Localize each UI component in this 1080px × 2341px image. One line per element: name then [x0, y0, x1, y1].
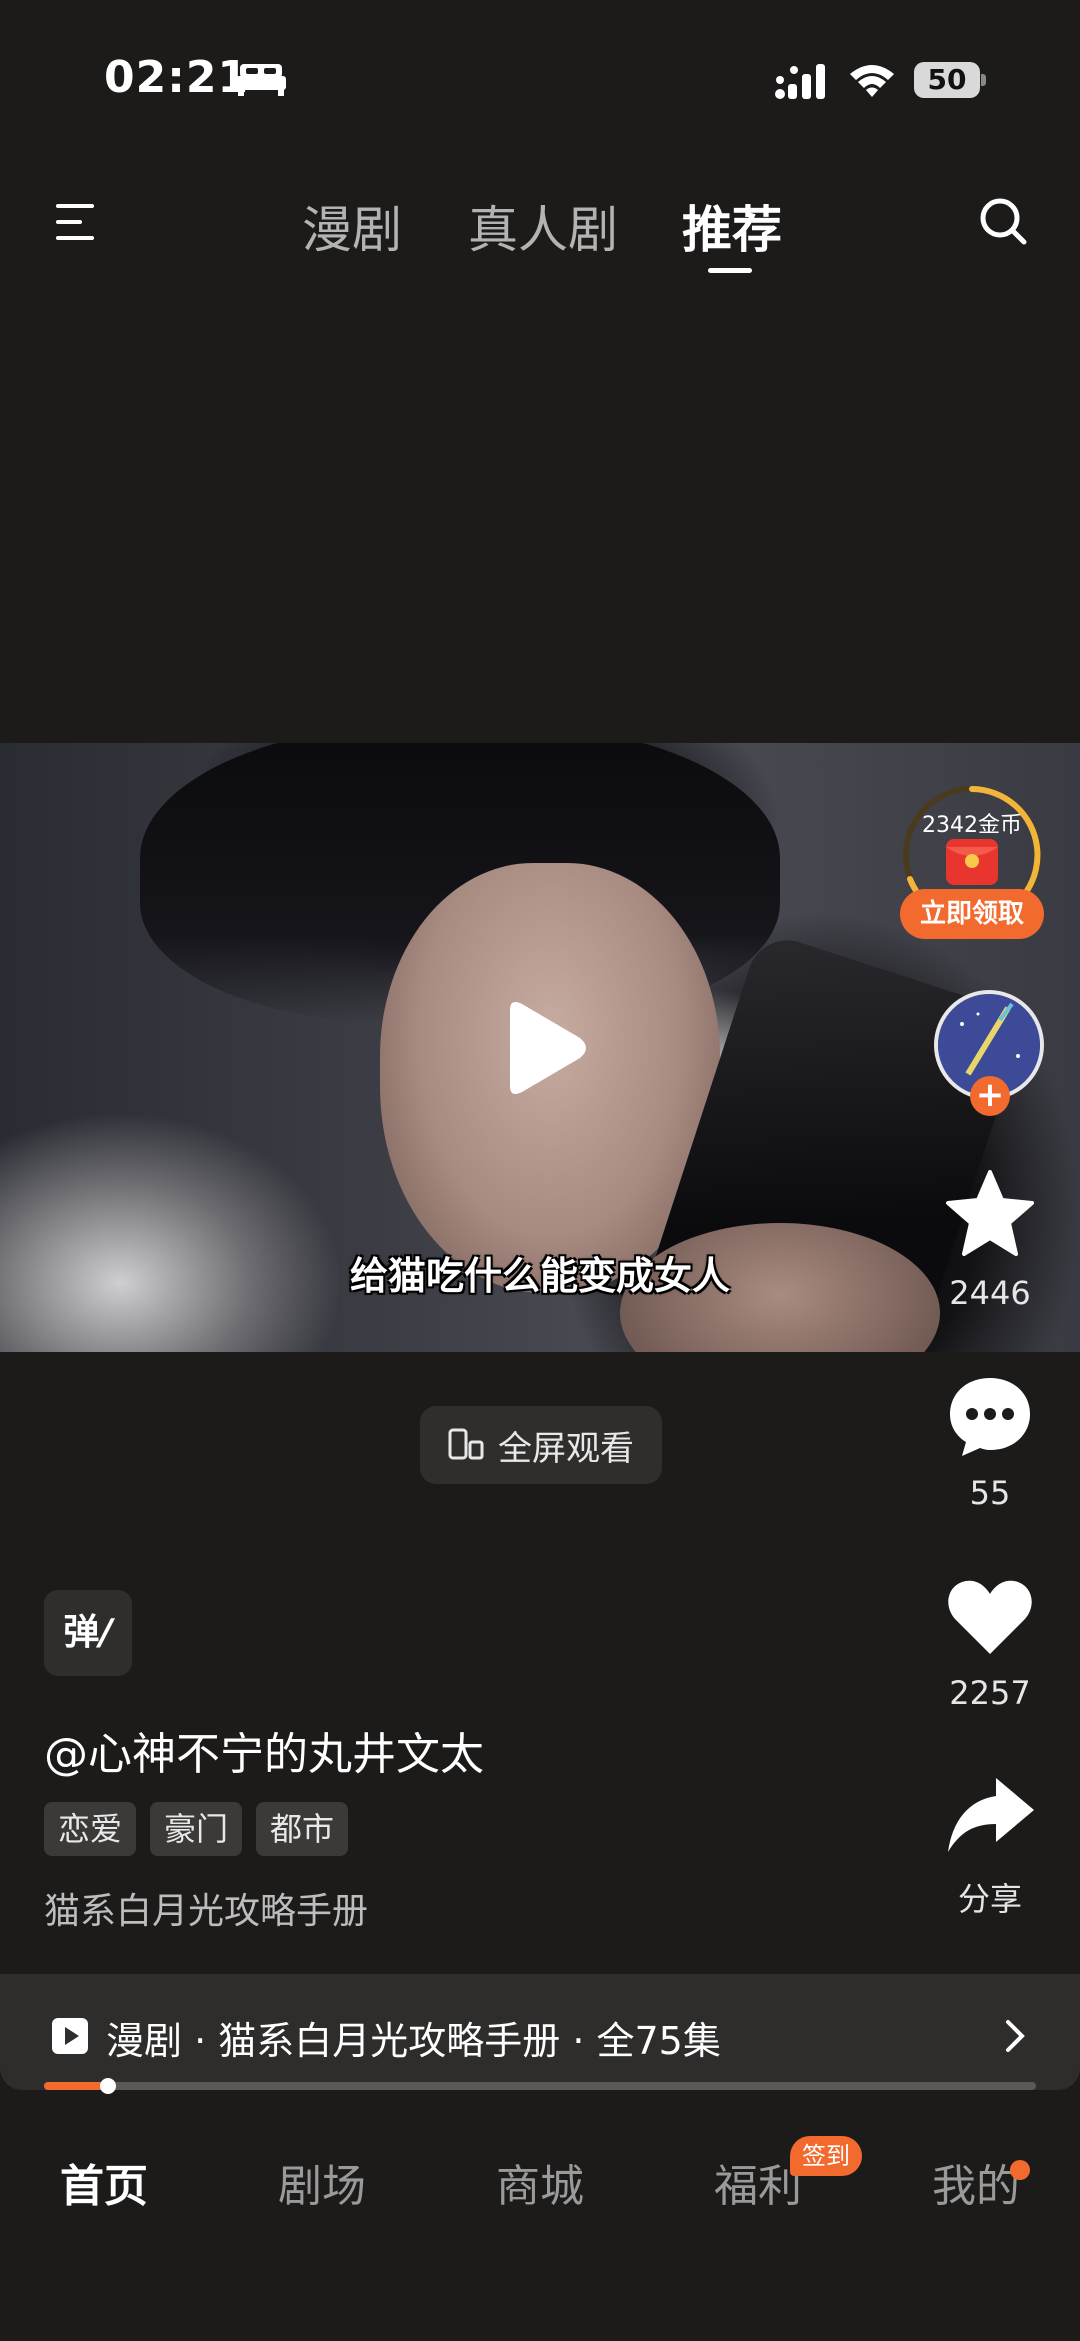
- active-tab-indicator: [708, 268, 752, 273]
- nav-profile[interactable]: 我的: [932, 2150, 1020, 2214]
- tag-urban[interactable]: 都市: [256, 1802, 349, 1856]
- favorite-count: 2446: [949, 1274, 1031, 1312]
- nav-theater[interactable]: 剧场: [278, 2150, 366, 2214]
- comment-count: 55: [969, 1474, 1011, 1512]
- tab-live-action[interactable]: 真人剧: [468, 190, 618, 262]
- series-title: 漫剧 · 猫系白月光攻略手册 · 全75集: [106, 2019, 721, 2063]
- tag-romance[interactable]: 恋爱: [44, 1802, 137, 1856]
- search-icon[interactable]: [978, 196, 1028, 246]
- danmaku-label: 弹: [63, 1612, 100, 1653]
- tag-wealthy-family[interactable]: 豪门: [150, 1802, 243, 1856]
- follow-button[interactable]: +: [970, 1076, 1010, 1116]
- battery-level: 50: [914, 62, 980, 98]
- nav-home[interactable]: 首页: [60, 2150, 148, 2214]
- nav-welfare[interactable]: 福利: [714, 2150, 802, 2214]
- fullscreen-button[interactable]: 全屏观看: [420, 1406, 662, 1484]
- signal-icon: [775, 64, 825, 99]
- danmaku-toggle-button[interactable]: 弹/: [44, 1590, 132, 1676]
- like-count: 2257: [949, 1674, 1031, 1712]
- author-name[interactable]: @心神不宁的丸井文太: [44, 1718, 484, 1782]
- share-label[interactable]: 分享: [930, 1874, 1050, 1920]
- status-bar: 02:21 50: [0, 0, 1080, 150]
- series-bar[interactable]: 漫剧 · 猫系白月光攻略手册 · 全75集: [0, 1974, 1080, 2090]
- tab-recommended[interactable]: 推荐: [682, 190, 782, 262]
- star-icon[interactable]: [944, 1168, 1036, 1260]
- bottom-nav: 首页 剧场 商城 福利 签到 我的: [0, 2110, 1080, 2341]
- playback-progress-handle[interactable]: [100, 2078, 117, 2094]
- wifi-icon: [850, 65, 894, 97]
- battery-tip: [981, 74, 986, 86]
- status-time: 02:21: [104, 52, 250, 103]
- share-icon[interactable]: [944, 1770, 1036, 1862]
- play-icon: [52, 2018, 88, 2054]
- fullscreen-label: 全屏观看: [498, 1428, 634, 1469]
- menu-icon[interactable]: [52, 200, 102, 244]
- play-icon[interactable]: [488, 996, 592, 1100]
- rotate-screen-icon: [448, 1428, 484, 1460]
- comment-icon[interactable]: [944, 1370, 1036, 1462]
- playback-progress-track[interactable]: [44, 2078, 1036, 2094]
- claim-reward-button[interactable]: 立即领取: [900, 889, 1044, 939]
- tag-list: 恋爱 豪门 都市: [44, 1802, 349, 1856]
- red-envelope-icon: [946, 839, 998, 885]
- battery-indicator: 50: [914, 62, 986, 98]
- playback-progress-fill: [44, 2082, 109, 2090]
- chevron-right-icon: [1006, 2020, 1025, 2052]
- coin-reward-widget[interactable]: 2342金币 立即领取: [900, 783, 1044, 943]
- tab-manju[interactable]: 漫剧: [302, 190, 402, 262]
- heart-icon[interactable]: [944, 1570, 1036, 1662]
- video-description: 猫系白月光攻略手册: [44, 1891, 369, 1932]
- notification-dot: [1010, 2160, 1030, 2180]
- checkin-badge: 签到: [790, 2136, 862, 2176]
- danmaku-slash: /: [99, 1612, 113, 1653]
- video-subtitle: 给猫吃什么能变成女人: [349, 1254, 730, 1298]
- bed-icon: [236, 64, 286, 96]
- nav-mall[interactable]: 商城: [496, 2150, 584, 2214]
